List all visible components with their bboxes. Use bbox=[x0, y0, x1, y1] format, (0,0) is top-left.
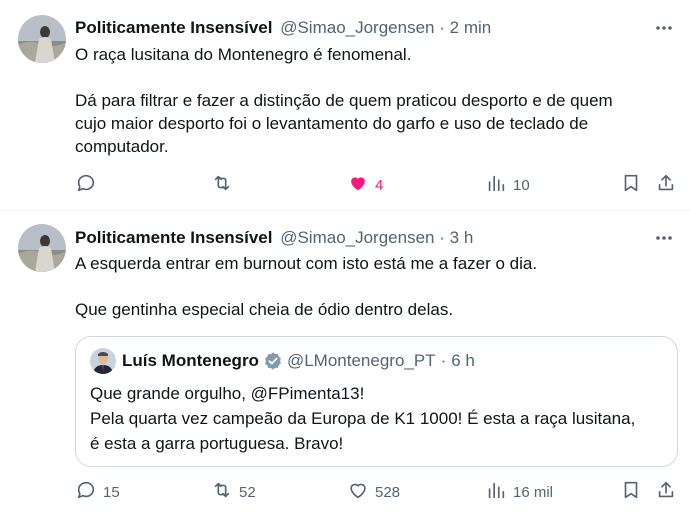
tweet-text-line: computador. bbox=[75, 137, 169, 156]
reply-icon bbox=[75, 479, 97, 505]
quote-text: Que grande orgulho, @FPimenta13! Pela qu… bbox=[90, 381, 670, 456]
verified-icon bbox=[263, 351, 283, 371]
retweet-button[interactable] bbox=[211, 173, 239, 197]
quote-author-handle[interactable]: @LMontenegro_PT bbox=[287, 351, 436, 371]
like-icon bbox=[347, 172, 369, 198]
more-icon[interactable] bbox=[654, 228, 674, 248]
share-icon bbox=[655, 172, 677, 198]
author-handle[interactable]: @Simao_Jorgensen bbox=[280, 18, 434, 37]
reply-button[interactable]: 15 bbox=[75, 480, 120, 504]
retweet-count: 52 bbox=[239, 483, 256, 501]
quoted-tweet[interactable]: Luís Montenegro @LMontenegro_PT · 6 h Qu… bbox=[75, 336, 678, 467]
bookmark-icon bbox=[620, 172, 642, 198]
action-bar: 15 52 528 16 mil bbox=[75, 480, 680, 504]
like-count: 528 bbox=[375, 483, 401, 501]
quote-text-line: Pela quarta vez campeão da Europa de K1 … bbox=[90, 409, 636, 428]
more-icon[interactable] bbox=[654, 18, 674, 38]
views-count: 10 bbox=[513, 176, 530, 194]
tweet[interactable]: Politicamente Insensível @Simao_Jorgense… bbox=[0, 0, 690, 211]
views-icon bbox=[485, 172, 507, 198]
tweet[interactable]: Politicamente Insensível @Simao_Jorgense… bbox=[0, 212, 690, 519]
author-handle[interactable]: @Simao_Jorgensen bbox=[280, 228, 434, 247]
share-icon bbox=[655, 479, 677, 505]
reply-count: 15 bbox=[103, 483, 120, 501]
tweet-text-line: Que gentinha especial cheia de ódio dent… bbox=[75, 300, 454, 319]
avatar[interactable] bbox=[18, 224, 66, 272]
quote-header: Luís Montenegro @LMontenegro_PT · 6 h bbox=[90, 348, 475, 374]
quote-timestamp[interactable]: 6 h bbox=[451, 351, 475, 371]
retweet-icon bbox=[211, 172, 233, 198]
timestamp[interactable]: 3 h bbox=[450, 228, 474, 247]
tweet-text-line: A esquerda entrar em burnout com isto es… bbox=[75, 254, 538, 273]
views-count: 16 mil bbox=[513, 483, 554, 501]
tweet-text-line: O raça lusitana do Montenegro é fenomena… bbox=[75, 45, 412, 64]
bookmark-button[interactable] bbox=[620, 480, 642, 504]
views-button[interactable]: 10 bbox=[485, 173, 530, 197]
avatar[interactable] bbox=[18, 15, 66, 63]
like-button[interactable]: 528 bbox=[347, 480, 400, 504]
quote-avatar[interactable] bbox=[90, 348, 116, 374]
quote-text-line: é esta a garra portuguesa. Bravo! bbox=[90, 434, 344, 453]
reply-icon bbox=[75, 172, 97, 198]
separator: · bbox=[440, 351, 447, 370]
timestamp[interactable]: 2 min bbox=[450, 18, 492, 37]
like-button[interactable]: 4 bbox=[347, 173, 383, 197]
share-button[interactable] bbox=[655, 480, 677, 504]
author-name[interactable]: Politicamente Insensível bbox=[75, 18, 272, 37]
share-button[interactable] bbox=[655, 173, 677, 197]
views-button[interactable]: 16 mil bbox=[485, 480, 553, 504]
tweet-text: A esquerda entrar em burnout com isto es… bbox=[75, 252, 655, 321]
retweet-icon bbox=[211, 479, 233, 505]
bookmark-button[interactable] bbox=[620, 173, 642, 197]
reply-button[interactable] bbox=[75, 173, 103, 197]
tweet-header: Politicamente Insensível @Simao_Jorgense… bbox=[75, 227, 473, 249]
author-name[interactable]: Politicamente Insensível bbox=[75, 228, 272, 247]
views-icon bbox=[485, 479, 507, 505]
tweet-text-line: Dá para filtrar e fazer a distinção de q… bbox=[75, 91, 613, 110]
like-count: 4 bbox=[375, 176, 384, 194]
quote-author-name[interactable]: Luís Montenegro bbox=[122, 351, 259, 371]
tweet-text: O raça lusitana do Montenegro é fenomena… bbox=[75, 43, 655, 158]
bookmark-icon bbox=[620, 479, 642, 505]
separator: · bbox=[439, 18, 445, 37]
action-bar: 4 10 bbox=[75, 173, 680, 197]
retweet-button[interactable]: 52 bbox=[211, 480, 256, 504]
separator: · bbox=[439, 228, 445, 247]
tweet-header: Politicamente Insensível @Simao_Jorgense… bbox=[75, 17, 491, 39]
tweet-text-line: cujo maior desporto foi o levantamento d… bbox=[75, 114, 589, 133]
quote-text-line: Que grande orgulho, @FPimenta13! bbox=[90, 384, 365, 403]
like-icon bbox=[347, 479, 369, 505]
